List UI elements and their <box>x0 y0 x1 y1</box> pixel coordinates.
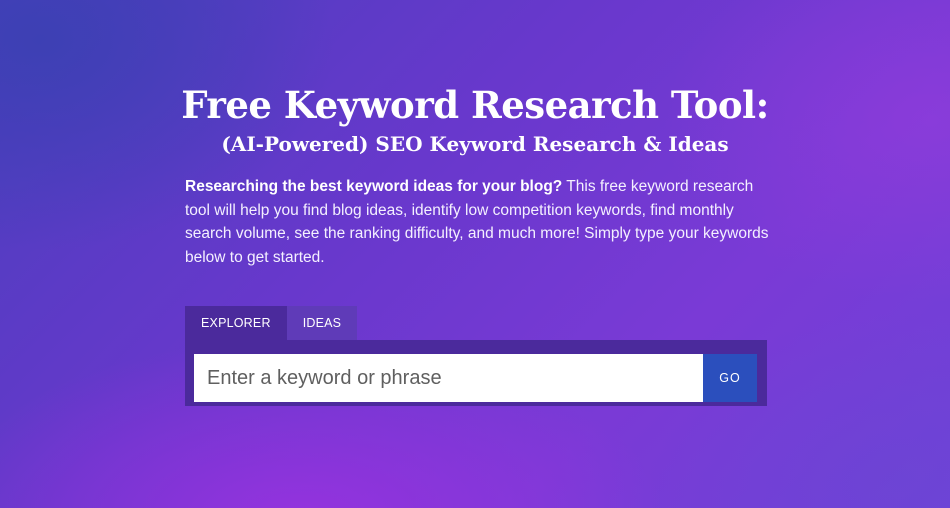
search-panel: GO <box>185 340 767 406</box>
intro-lead: Researching the best keyword ideas for y… <box>185 178 563 195</box>
keyword-search-input[interactable] <box>194 354 703 402</box>
intro-paragraph: Researching the best keyword ideas for y… <box>185 175 775 269</box>
go-button[interactable]: GO <box>703 354 757 402</box>
page-title: Free Keyword Research Tool: <box>181 83 769 127</box>
keyword-tool: EXPLORER IDEAS GO <box>185 306 767 406</box>
tab-ideas[interactable]: IDEAS <box>286 306 358 340</box>
tool-tabs: EXPLORER IDEAS <box>185 306 358 340</box>
tab-explorer[interactable]: EXPLORER <box>185 306 287 340</box>
page-subtitle: (AI-Powered) SEO Keyword Research & Idea… <box>221 132 729 156</box>
